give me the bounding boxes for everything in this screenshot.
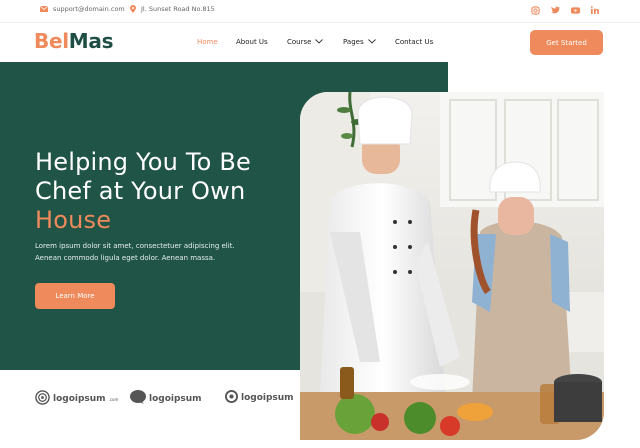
brand-name: logoipsum	[149, 393, 202, 404]
social-links	[530, 5, 600, 15]
brand-suffix: .com	[108, 396, 119, 402]
hero-description: Lorem ipsum dolor sit amet, consectetuer…	[35, 240, 265, 264]
hero-desc-line-2: Aenean commodo ligula eget dolor. Aenean…	[35, 254, 216, 262]
learn-more-button[interactable]: Learn More	[35, 283, 115, 309]
address-contact: Jl. Sunset Road No.815	[130, 5, 215, 13]
twitter-icon[interactable]	[550, 5, 560, 15]
chevron-down-icon	[315, 38, 324, 46]
hero-desc-line-1: Lorem ipsum dolor sit amet, consectetuer…	[35, 242, 235, 250]
partner-logo-3: logoipsum	[225, 390, 294, 406]
logo-part-mas: Mas	[68, 29, 114, 53]
top-bar: support@domain.com Jl. Sunset Road No.81…	[0, 0, 640, 22]
main-header: BelMas Home About Us Course Pages Contac…	[0, 22, 640, 62]
nav-label: Pages	[343, 38, 364, 46]
brand-name: logoipsum	[241, 393, 294, 403]
nav-item-about[interactable]: About Us	[236, 38, 268, 46]
hero-title-line-1: Helping You To Be	[35, 148, 251, 176]
youtube-icon[interactable]	[570, 5, 580, 15]
mail-icon	[40, 6, 48, 12]
nav-label: About Us	[236, 38, 268, 46]
linkedin-icon[interactable]	[590, 5, 600, 15]
nav-item-pages[interactable]: Pages	[343, 38, 376, 46]
partner-logo-1: logoipsum .com	[35, 390, 118, 408]
nav-label: Course	[287, 38, 312, 46]
ring-logo-icon	[225, 390, 238, 406]
brand-name: logoipsum	[53, 394, 106, 404]
speech-bubble-icon	[130, 390, 146, 407]
address-text: Jl. Sunset Road No.815	[141, 5, 215, 13]
nav-item-contact[interactable]: Contact Us	[395, 38, 433, 46]
instagram-icon[interactable]	[530, 5, 540, 15]
chevron-down-icon	[367, 38, 376, 46]
hero-chefs-image	[300, 92, 604, 440]
nav-item-home[interactable]: Home	[197, 38, 218, 46]
email-text: support@domain.com	[53, 5, 125, 13]
logo-part-bel: Bel	[34, 29, 69, 53]
partner-logo-2: logoipsum	[130, 390, 202, 407]
site-logo[interactable]: BelMas	[34, 29, 113, 53]
hero-title: Helping You To Be Chef at Your Own House	[35, 148, 251, 235]
location-pin-icon	[130, 5, 136, 13]
logoipsum-icon	[35, 390, 50, 408]
nav-label: Contact Us	[395, 38, 434, 46]
get-started-button[interactable]: Get Started	[530, 30, 603, 55]
email-contact[interactable]: support@domain.com	[40, 5, 125, 13]
nav-item-course[interactable]: Course	[287, 38, 324, 46]
nav-label: Home	[197, 38, 218, 46]
hero-title-line-2: Chef at Your Own	[35, 177, 246, 205]
hero-title-accent: House	[35, 206, 112, 234]
